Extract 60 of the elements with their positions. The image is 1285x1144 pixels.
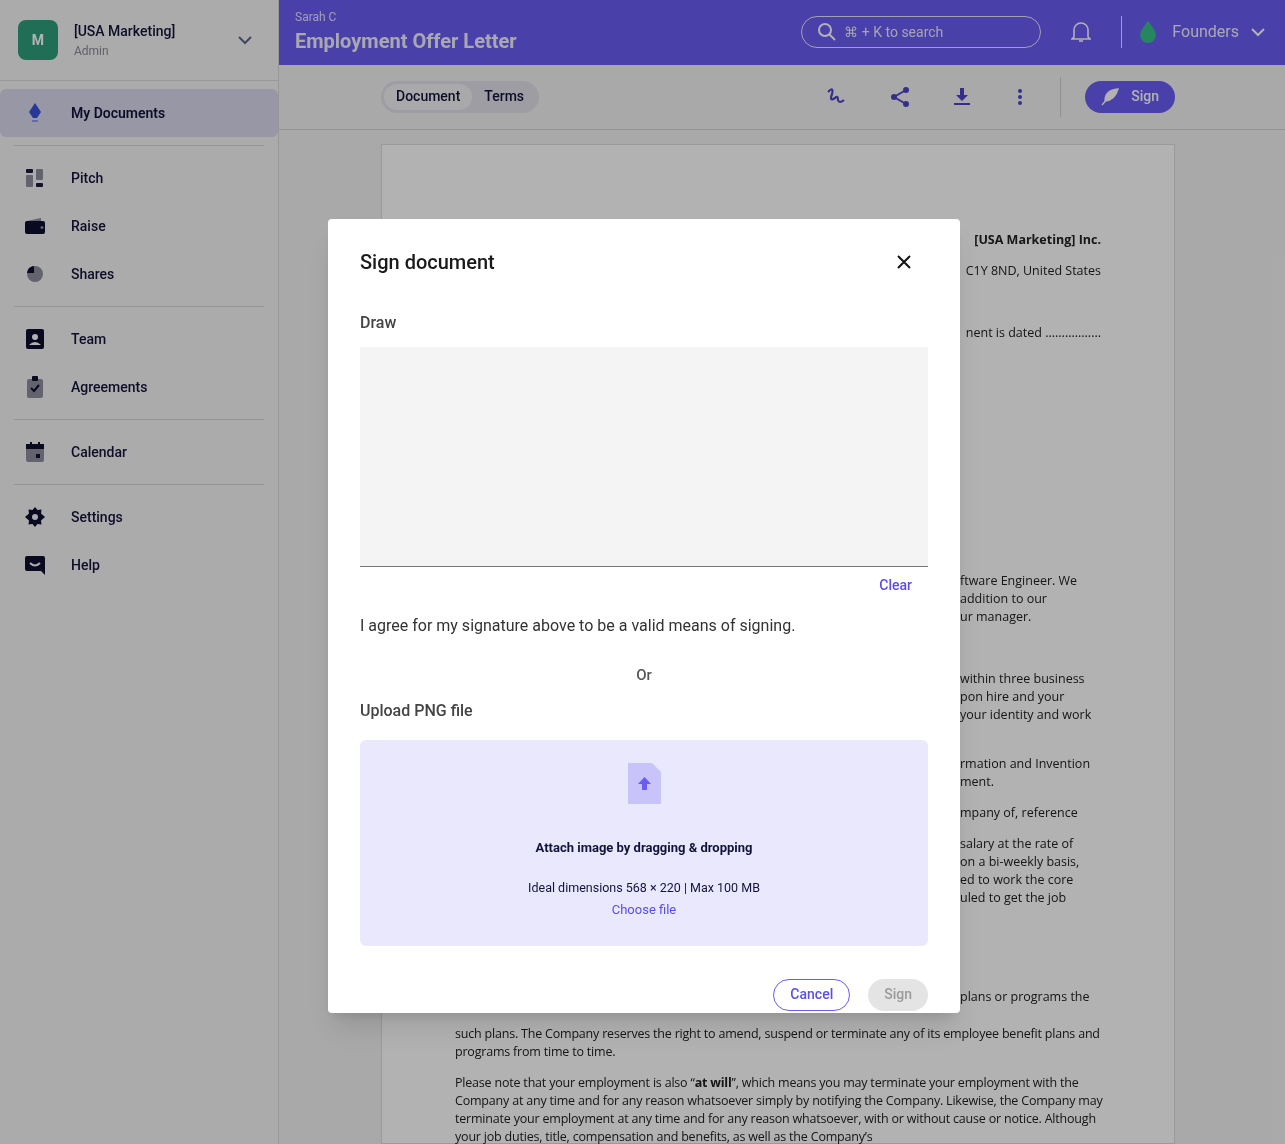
- feather-icon: [1101, 87, 1120, 106]
- document-line: on a bi-weekly basis,: [960, 853, 1081, 871]
- clipboard-check-icon: [27, 376, 43, 398]
- document-line: ment.: [960, 773, 995, 791]
- org-role: Admin: [74, 42, 110, 60]
- document-line: ur manager.: [960, 608, 1033, 626]
- drop-title: Attach image by dragging & dropping: [535, 838, 753, 857]
- org-avatar: M: [18, 20, 58, 60]
- close-icon: [897, 255, 911, 269]
- upload-label: Upload PNG file: [360, 699, 474, 722]
- document-line: [USA Marketing] Inc.: [974, 231, 1101, 249]
- document-line: pon hire and your: [960, 688, 1066, 706]
- chevron-down-icon: [238, 35, 252, 45]
- dialog-title: Sign document: [360, 249, 495, 276]
- document-line: within three business: [960, 670, 1086, 688]
- document-paragraph: Please note that your employment is also “at will”, which means you may terminate your employment with the Company at any time and for any reason whatsoever simply by notifying the Company. Likewise, the Company may terminate your employment at any time and for any reason whatsoever, with or without cause or notice. Although your job duties, title, compensation and benefits, as well as the Company’s: [455, 1074, 1104, 1144]
- document-line: ed to work the core: [960, 871, 1075, 889]
- document-line: salary at the rate of: [960, 835, 1075, 853]
- chevron-down-icon: [1251, 27, 1265, 37]
- document-line: plans or programs the: [960, 988, 1090, 1006]
- search-input[interactable]: ⌘ + K to search: [844, 21, 1015, 43]
- layout-icon: [26, 169, 44, 187]
- document-line: mpany of, reference: [960, 804, 1079, 822]
- drop-hint: Ideal dimensions 568 × 220 | Max 100 MB: [528, 879, 760, 897]
- search-icon: [818, 23, 837, 42]
- document-line: ftware Engineer. We: [960, 572, 1079, 590]
- agreement-text: I agree for my signature above to be a valid means of signing.: [360, 615, 797, 637]
- sidebar-item[interactable]: My Documents: [0, 89, 278, 137]
- document-line: addition to our: [960, 590, 1048, 608]
- document-line: uled to get the job: [960, 889, 1068, 907]
- view-tab[interactable]: Document: [384, 83, 473, 110]
- document-line: rmation and Invention: [960, 755, 1092, 773]
- drop-zone[interactable]: Attach image by dragging & dropping Ideal dimensions 568 × 220 | Max 100 MB Choose file: [360, 739, 928, 946]
- calendar-icon: [26, 442, 44, 462]
- dialog-sign-button: Sign: [868, 978, 928, 1011]
- draw-label: Draw: [360, 312, 398, 334]
- download-icon[interactable]: [954, 87, 971, 106]
- more-icon[interactable]: [1018, 88, 1023, 105]
- document-owner: Sarah C: [295, 9, 338, 27]
- sign-button[interactable]: Sign: [1085, 80, 1175, 113]
- document-line: C1Y 8ND, United States: [965, 262, 1101, 280]
- chat-icon: [25, 555, 45, 575]
- view-tab[interactable]: Terms: [472, 83, 537, 110]
- share-icon[interactable]: [890, 86, 911, 107]
- document-paragraph: such plans. The Company reserves the right to amend, suspend or terminate any of its employee benefit plans and programs from time to time.: [455, 1025, 1101, 1061]
- bell-icon[interactable]: [1071, 21, 1092, 44]
- person-card-icon: [26, 329, 44, 349]
- settings-icon: [25, 507, 45, 527]
- org-name: [USA Marketing]: [74, 21, 177, 41]
- wallet-icon: [25, 218, 45, 234]
- choose-file-link[interactable]: Choose file: [611, 899, 677, 920]
- or-separator: Or: [636, 665, 652, 686]
- document-title: Employment Offer Letter: [295, 28, 518, 56]
- pie-chart-icon: [26, 265, 44, 283]
- drop-icon: [1140, 21, 1157, 44]
- clear-button[interactable]: Clear: [879, 575, 912, 596]
- file-upload-icon: [627, 762, 661, 804]
- document-line: nent is dated .................: [965, 324, 1101, 342]
- signature-icon[interactable]: [826, 87, 847, 106]
- document-line: your identity and work: [960, 706, 1093, 724]
